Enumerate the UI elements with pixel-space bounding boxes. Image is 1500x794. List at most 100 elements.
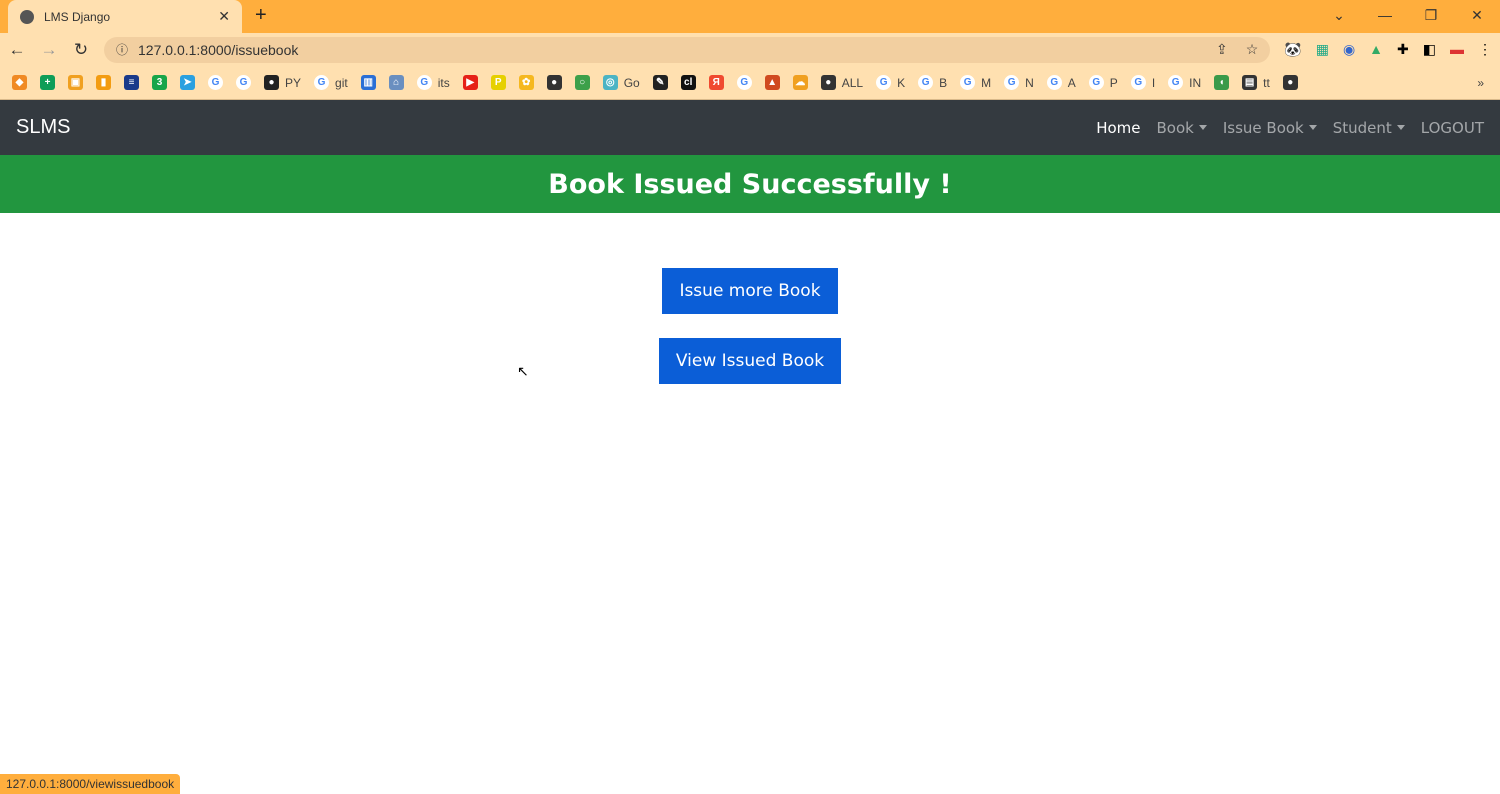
star-icon[interactable]: ☆: [1246, 41, 1259, 58]
bookmark-item[interactable]: G: [208, 75, 223, 90]
bookmark-favicon-icon: cl: [680, 75, 696, 90]
bookmark-item[interactable]: GB: [918, 75, 947, 90]
issue-more-book-button[interactable]: Issue more Book: [662, 268, 838, 314]
bookmark-item[interactable]: +: [40, 75, 55, 90]
tab-search-icon[interactable]: ⌄: [1316, 0, 1362, 30]
puzzle-icon[interactable]: ✚: [1397, 41, 1409, 58]
bookmark-item[interactable]: GM: [960, 75, 991, 90]
bookmark-item[interactable]: ●: [546, 75, 562, 90]
bookmark-item[interactable]: ▥: [360, 75, 376, 90]
bookmark-favicon-icon: ●: [546, 75, 562, 90]
bookmark-item[interactable]: ✎: [652, 75, 668, 90]
bookmark-favicon-icon: G: [1088, 75, 1104, 90]
bookmark-item[interactable]: ▲: [764, 75, 780, 90]
restore-button[interactable]: ❐: [1408, 0, 1454, 30]
nav-issue-book-dropdown[interactable]: Issue Book: [1223, 119, 1317, 137]
bookmark-item[interactable]: ●: [1282, 75, 1298, 90]
view-issued-book-button[interactable]: View Issued Book: [659, 338, 841, 384]
bookmark-item[interactable]: ➤: [180, 75, 195, 90]
bookmark-item[interactable]: cl: [680, 75, 696, 90]
nav-student-dropdown[interactable]: Student: [1333, 119, 1405, 137]
extension-icon[interactable]: ▬: [1450, 41, 1464, 58]
bookmark-label: Go: [623, 75, 640, 90]
bookmark-favicon-icon: G: [736, 75, 752, 90]
nav-home[interactable]: Home: [1096, 119, 1140, 137]
extension-icon[interactable]: ▲: [1369, 41, 1383, 58]
bookmark-favicon-icon: ⌂: [388, 75, 404, 90]
bookmark-favicon-icon: ≡: [124, 75, 139, 90]
bookmark-favicon-icon: Я: [708, 75, 724, 90]
reload-icon[interactable]: ↻: [72, 40, 90, 60]
bookmark-label: I: [1151, 75, 1156, 90]
tab-title: LMS Django: [44, 9, 111, 24]
bookmark-label: tt: [1263, 75, 1270, 90]
bookmark-favicon-icon: G: [416, 75, 432, 90]
bookmark-item[interactable]: ▮: [96, 75, 111, 90]
minimize-button[interactable]: —: [1362, 0, 1408, 30]
bookmark-item[interactable]: ✿: [518, 75, 534, 90]
brand-logo[interactable]: SLMS: [16, 116, 70, 139]
bookmark-item[interactable]: G IN: [1168, 75, 1201, 90]
bookmark-item[interactable]: Я: [708, 75, 724, 90]
address-bar[interactable]: ⓘ 127.0.0.1:8000/issuebook ⇪ ☆: [104, 36, 1271, 63]
bookmark-favicon-icon: ✿: [518, 75, 534, 90]
forward-icon[interactable]: →: [40, 40, 58, 60]
bookmark-item[interactable]: ○: [574, 75, 590, 90]
back-icon[interactable]: ←: [8, 40, 26, 60]
bookmark-label: B: [939, 75, 948, 90]
new-tab-button[interactable]: +: [255, 4, 267, 27]
share-icon[interactable]: ⇪: [1216, 41, 1228, 58]
url-text[interactable]: 127.0.0.1:8000/issuebook: [138, 42, 298, 58]
bookmark-item[interactable]: GA: [1046, 75, 1076, 90]
bookmark-item[interactable]: GK: [876, 75, 905, 90]
bookmark-item[interactable]: Ggit: [314, 75, 348, 90]
bookmark-favicon-icon: ▲: [764, 75, 780, 90]
bookmark-item[interactable]: ◆: [12, 75, 27, 90]
bookmark-item[interactable]: ◎ Go: [602, 75, 640, 90]
bookmark-label: PY: [285, 75, 302, 90]
bookmark-item[interactable]: ⌂: [388, 75, 404, 90]
info-icon: ⓘ: [116, 43, 129, 57]
nav-book-dropdown[interactable]: Book: [1157, 119, 1207, 137]
bookmark-item[interactable]: 3: [152, 75, 167, 90]
bookmark-favicon-icon: G: [1004, 75, 1020, 90]
bookmark-label: ALL: [841, 75, 864, 90]
bookmark-item[interactable]: ● PY: [264, 75, 301, 90]
bookmark-item[interactable]: GP: [1088, 75, 1118, 90]
bookmark-favicon-icon: ●: [264, 75, 279, 90]
bookmark-item[interactable]: ☁: [792, 75, 808, 90]
bookmark-favicon-icon: ▥: [360, 75, 376, 90]
mouse-pointer-icon: ↖: [517, 363, 529, 379]
nav-logout[interactable]: LOGOUT: [1421, 119, 1484, 137]
bookmark-item[interactable]: ▤ tt: [1242, 75, 1270, 90]
bookmark-item[interactable]: GI: [1130, 75, 1156, 90]
bookmark-favicon-icon: ☁: [792, 75, 808, 90]
bookmark-item[interactable]: ≡: [124, 75, 139, 90]
bookmark-item[interactable]: GN: [1004, 75, 1034, 90]
bookmark-favicon-icon: G: [1168, 75, 1184, 90]
status-bar-url: 127.0.0.1:8000/viewissuedbook: [0, 774, 181, 794]
bookmark-item[interactable]: G: [236, 75, 251, 90]
bookmark-item[interactable]: ▣: [68, 75, 83, 90]
close-tab-icon[interactable]: ✕: [218, 8, 230, 25]
bookmark-favicon-icon: G: [208, 75, 223, 90]
bookmark-item[interactable]: ◖: [1214, 75, 1230, 90]
extension-icon[interactable]: ▦: [1316, 41, 1329, 58]
bookmark-item[interactable]: G: [736, 75, 752, 90]
extension-icon[interactable]: ◉: [1343, 41, 1355, 58]
close-window-button[interactable]: ✕: [1454, 0, 1500, 30]
tab-lms-django[interactable]: LMS Django ✕: [8, 0, 242, 33]
bookmark-label: N: [1025, 75, 1034, 90]
bookmark-favicon-icon: G: [876, 75, 892, 90]
bookmark-item[interactable]: ● ALL: [820, 75, 864, 90]
extension-icon[interactable]: 🐼: [1284, 41, 1301, 58]
bookmark-label: A: [1067, 75, 1076, 90]
menu-icon[interactable]: ⋮: [1478, 41, 1492, 58]
bookmark-item[interactable]: Gits: [416, 75, 450, 90]
side-panel-icon[interactable]: ◧: [1423, 41, 1436, 58]
bookmark-item[interactable]: P: [490, 75, 506, 90]
bookmark-favicon-icon: ➤: [180, 75, 195, 90]
more-bookmarks-button[interactable]: »: [1477, 76, 1484, 90]
bookmark-item[interactable]: ▶: [462, 75, 478, 90]
globe-icon: [20, 9, 34, 24]
